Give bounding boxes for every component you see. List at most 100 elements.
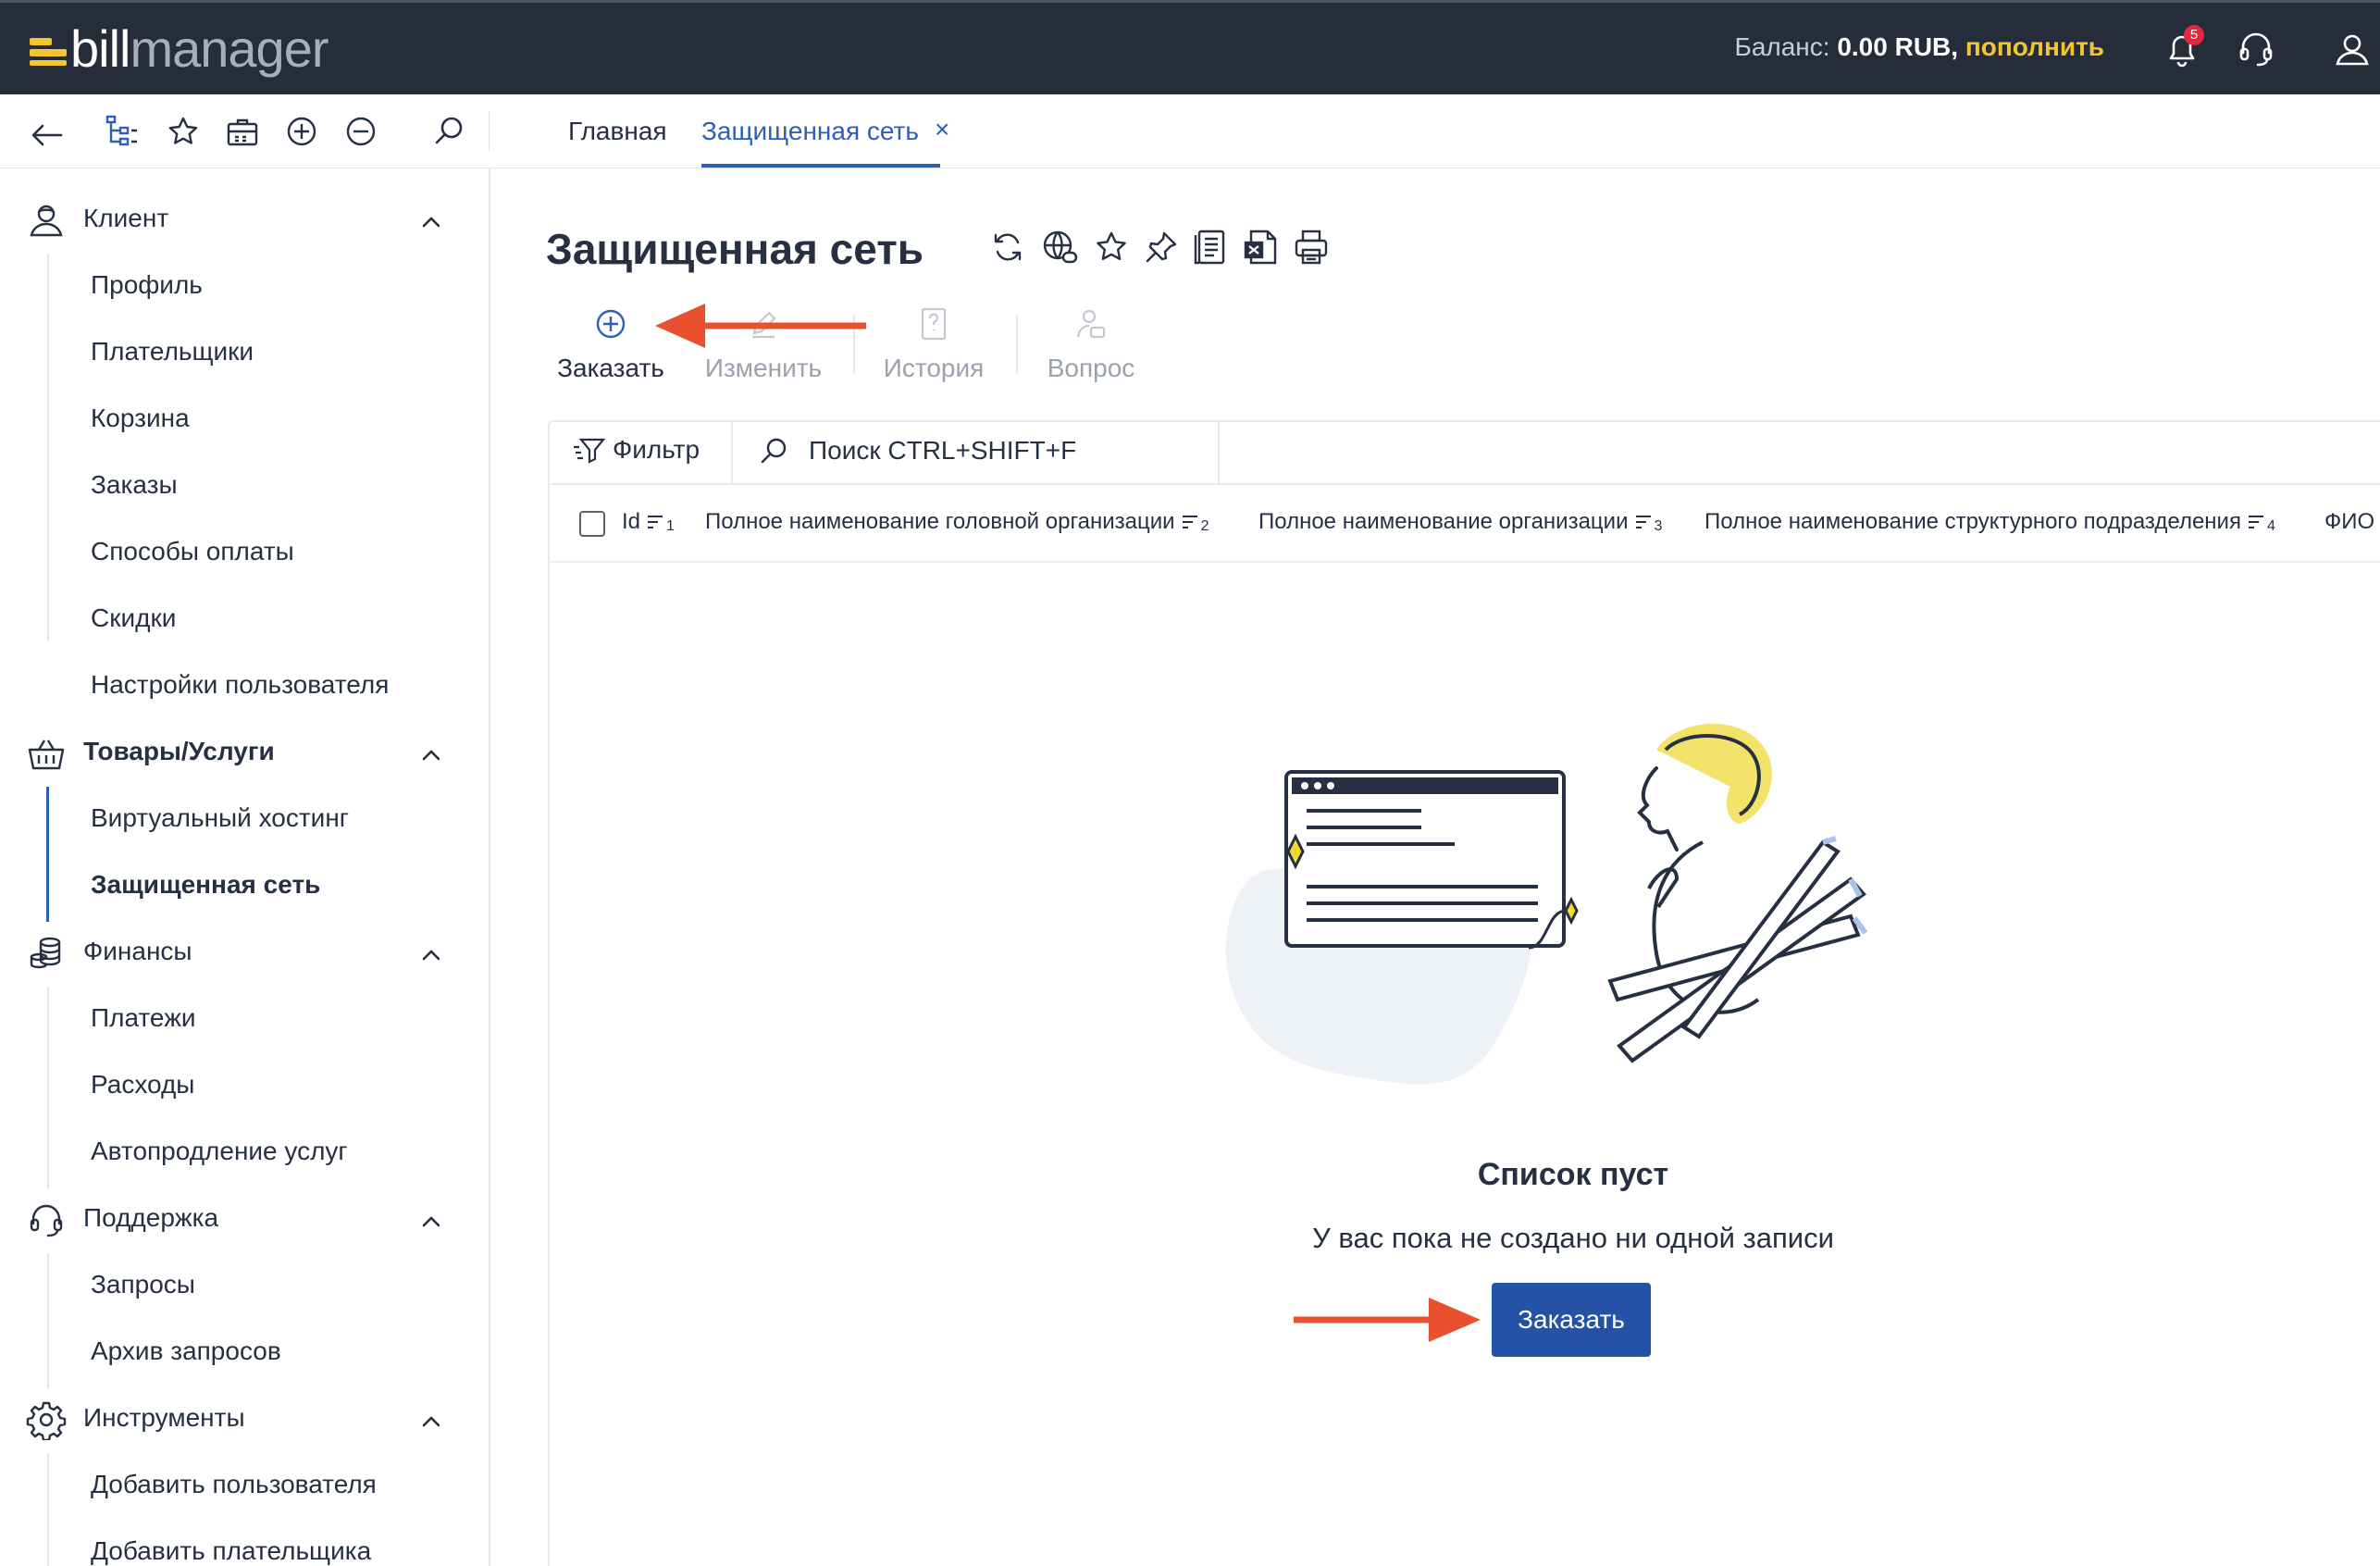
sidebar-item-virtual-hosting[interactable]: Виртуальный хостинг [91,803,349,833]
search-icon [761,438,787,464]
coins-icon [26,933,67,974]
chevron-up-icon[interactable] [416,940,446,970]
chevron-up-icon[interactable] [416,207,446,237]
search-placeholder: Поиск CTRL+SHIFT+F [809,436,1077,465]
sidebar-group-support[interactable]: Поддержка [0,1190,490,1246]
sidebar-item-expenses[interactable]: Расходы [91,1070,194,1100]
notifications-badge: 5 [2184,25,2204,45]
sort-order: 1 [666,518,675,534]
sidebar-item-discounts[interactable]: Скидки [91,603,176,633]
sidebar-item-payments[interactable]: Платежи [91,1003,196,1033]
user-profile-icon[interactable] [2330,27,2374,71]
sidebar-group-label: Клиент [83,204,169,232]
sidebar-group-tools[interactable]: Инструменты [0,1390,490,1446]
plus-circle-icon [592,305,629,342]
sidebar-item-auto-renewal[interactable]: Автопродление услуг [91,1137,348,1166]
sidebar-group-label: Поддержка [83,1203,219,1232]
order-button[interactable]: Заказать [1492,1283,1651,1357]
column-header-org[interactable]: Полное наименование организации 3 [1258,509,1662,535]
sidebar-item-tickets[interactable]: Запросы [91,1270,195,1299]
sidebar-active-rail [46,787,49,922]
topup-link[interactable]: пополнить [1965,32,2104,61]
sidebar-item-payment-methods[interactable]: Способы оплаты [91,537,294,566]
sidebar-item-orders[interactable]: Заказы [91,470,178,500]
chevron-up-icon[interactable] [416,1407,446,1436]
empty-list-illustration [1225,723,1868,1085]
filter-label: Фильтр [613,435,700,464]
question-action-label: Вопрос [1047,354,1135,382]
sidebar-item-user-settings[interactable]: Настройки пользователя [91,670,389,700]
question-person-icon [1072,305,1109,342]
balance-info: Баланс: 0.00 RUB, пополнить [1734,32,2104,62]
history-question-icon [915,305,952,342]
column-header-head-org[interactable]: Полное наименование головной организации… [705,509,1209,535]
table-search-input[interactable]: Поиск CTRL+SHIFT+F [759,435,1221,466]
sidebar-group-finance[interactable]: Финансы [0,924,490,979]
sidebar-item-add-payer[interactable]: Добавить плательщика [91,1536,371,1566]
pin-icon[interactable] [1142,228,1181,267]
sidebar-item-payers[interactable]: Плательщики [91,337,254,367]
star-icon[interactable] [1092,228,1131,267]
support-headset-icon[interactable] [2234,27,2278,71]
history-action-label: История [883,354,985,382]
order-action-label: Заказать [557,354,664,382]
print-icon[interactable] [1292,228,1331,267]
question-action-button[interactable]: Вопрос [1040,305,1142,389]
sidebar-item-cart[interactable]: Корзина [91,404,190,433]
column-header-fio[interactable]: ФИО [2324,509,2374,535]
sidebar-rail [47,987,49,1188]
column-label: Полное наименование головной организации [705,509,1175,534]
refresh-icon[interactable] [988,228,1027,267]
gear-icon [26,1399,67,1440]
expand-all-plus-icon[interactable] [283,113,320,150]
table-header: Id 1 Полное наименование головной органи… [548,485,2380,563]
document-list-icon[interactable] [1192,228,1231,267]
sort-order: 4 [2266,518,2275,534]
sort-icon: 4 [2247,513,2275,534]
support-headset-icon [26,1199,67,1240]
column-header-id[interactable]: Id 1 [622,509,675,535]
notifications-bell-icon[interactable]: 5 [2160,25,2204,71]
chevron-up-icon[interactable] [416,1207,446,1237]
column-label: Id [622,509,641,534]
search-icon[interactable] [431,113,468,150]
tab-home[interactable]: Главная [568,117,667,146]
sidebar-group-label: Товары/Услуги [83,737,275,765]
sidebar-item-add-user[interactable]: Добавить пользователя [91,1470,377,1499]
excel-export-icon[interactable] [1242,228,1281,267]
logo-text-bill: bill [70,19,130,78]
filter-button[interactable]: Фильтр [572,435,700,465]
sidebar-item-profile[interactable]: Профиль [91,270,203,300]
billmanager-logo[interactable]: bill manager [30,18,329,79]
basket-icon [26,733,67,774]
filter-funnel-icon [574,438,605,464]
sort-order: 2 [1200,518,1209,534]
sort-icon: 2 [1181,513,1209,534]
sort-icon: 1 [646,513,675,534]
tab-close-icon[interactable]: × [935,115,949,144]
logo-text-manager: manager [130,19,328,78]
client-person-icon [26,200,67,241]
column-header-department[interactable]: Полное наименование структурного подразд… [1704,509,2275,535]
back-arrow-icon[interactable] [28,113,65,150]
tab-secure-network[interactable]: Защищенная сеть [701,117,919,146]
star-icon[interactable] [165,113,202,150]
globe-link-icon[interactable] [1040,228,1079,267]
sidebar-rail [47,1253,49,1388]
select-all-checkbox[interactable] [579,511,605,537]
sidebar-item-secure-network[interactable]: Защищенная сеть [91,870,320,900]
briefcase-icon[interactable] [224,113,261,150]
sidebar-group-client[interactable]: Клиент [0,191,490,246]
collapse-all-minus-icon[interactable] [342,113,379,150]
sidebar-group-products[interactable]: Товары/Услуги [0,724,490,779]
edit-action-label: Изменить [704,354,823,382]
sort-order: 3 [1654,518,1663,534]
sidebar: Клиент Профиль Плательщики Корзина Заказ… [0,168,490,1566]
balance-label: Баланс: [1734,32,1830,61]
top-bar: bill manager Баланс: 0.00 RUB, пополнить … [0,0,2380,94]
chevron-up-icon[interactable] [416,740,446,770]
tree-structure-icon[interactable] [104,113,141,150]
history-action-button[interactable]: История [879,305,988,389]
sidebar-item-ticket-archive[interactable]: Архив запросов [91,1336,281,1366]
column-label: ФИО [2324,509,2375,534]
